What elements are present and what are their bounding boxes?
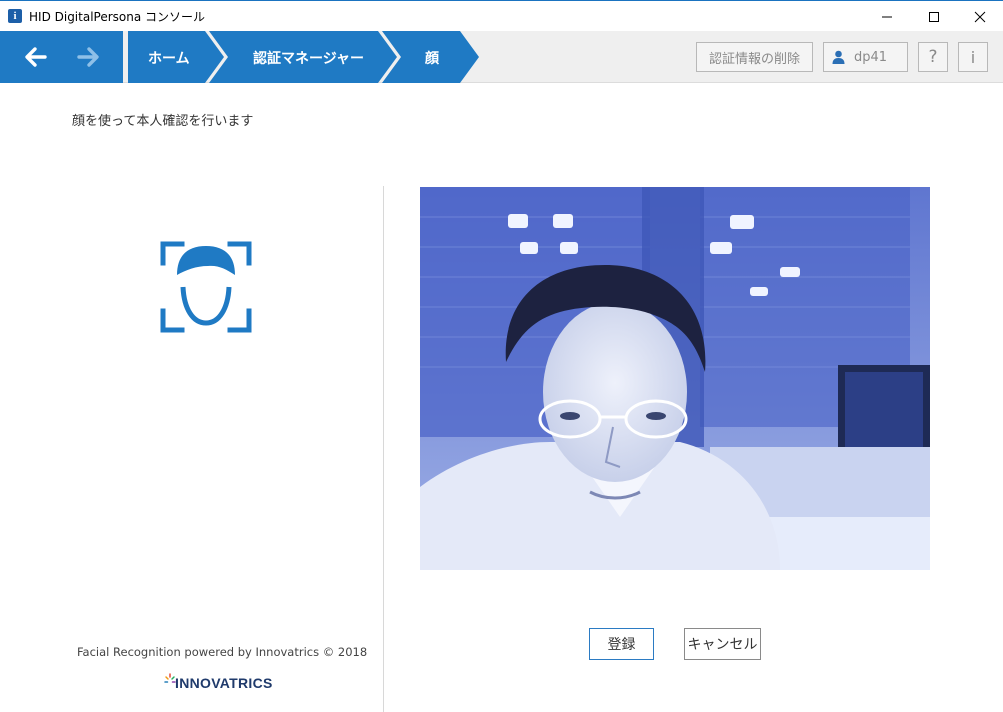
minimize-button[interactable] xyxy=(864,1,910,32)
powered-by-credit: Facial Recognition powered by Innovatric… xyxy=(77,645,368,659)
close-icon xyxy=(974,11,986,22)
navigation-bar: ホーム 認証マネージャー 顔 認証情報の削除 dp41 ? i xyxy=(0,31,1003,83)
close-button[interactable] xyxy=(957,1,1003,32)
instruction-text: 顔を使って本人確認を行います xyxy=(72,114,254,129)
panel-divider xyxy=(383,186,384,712)
back-arrow-icon xyxy=(25,47,47,67)
breadcrumb-credential-manager[interactable]: 認証マネージャー xyxy=(253,48,364,68)
title-bar: i HID DigitalPersona コンソール xyxy=(0,0,1003,31)
info-button[interactable]: i xyxy=(958,42,988,72)
minimize-icon xyxy=(882,16,892,17)
window-title: HID DigitalPersona コンソール xyxy=(29,10,206,24)
history-nav xyxy=(0,31,123,83)
app-icon: i xyxy=(8,9,22,23)
face-scan-icon xyxy=(160,241,252,333)
back-button[interactable] xyxy=(23,45,49,69)
cancel-button[interactable]: キャンセル xyxy=(684,628,761,660)
breadcrumb-home[interactable]: ホーム xyxy=(148,48,190,68)
user-button[interactable]: dp41 xyxy=(823,42,908,72)
help-button[interactable]: ? xyxy=(918,42,948,72)
maximize-button[interactable] xyxy=(911,1,957,32)
user-name: dp41 xyxy=(854,49,888,65)
breadcrumb-face[interactable]: 顔 xyxy=(425,48,439,68)
forward-arrow-icon xyxy=(77,47,99,67)
camera-feed-image xyxy=(420,187,930,570)
forward-button[interactable] xyxy=(75,45,101,69)
innovatrics-logo: INNOVATRICS xyxy=(163,671,272,697)
logo-text: INNOVATRICS xyxy=(175,675,273,691)
user-icon xyxy=(832,50,845,64)
register-button[interactable]: 登録 xyxy=(589,628,654,660)
camera-preview xyxy=(420,187,930,570)
maximize-icon xyxy=(929,11,939,22)
delete-credentials-button[interactable]: 認証情報の削除 xyxy=(696,42,813,72)
